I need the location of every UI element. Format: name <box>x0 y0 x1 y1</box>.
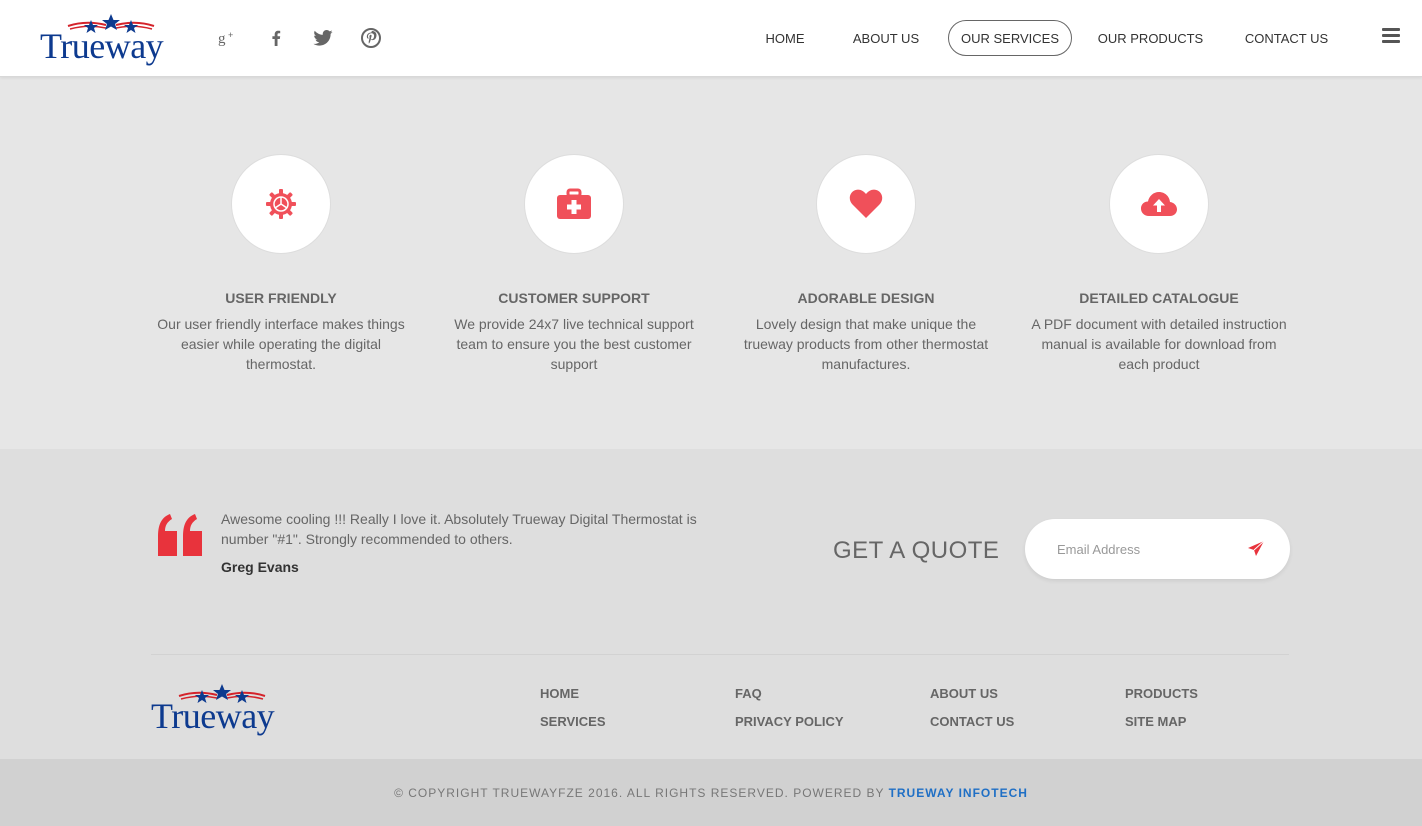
get-a-quote-title: GET A QUOTE <box>833 537 1000 564</box>
feature-description: Our user friendly interface makes things… <box>157 316 405 372</box>
nav-about-us[interactable]: ABOUT US <box>842 20 930 56</box>
nav-home-label: HOME <box>765 30 805 46</box>
footer-link-privacy-policy[interactable]: PRIVACY POLICY <box>735 714 844 729</box>
footer-link-contact-us[interactable]: CONTACT US <box>930 714 1014 729</box>
feature-customer-support: CUSTOMER SUPPORT We provide 24x7 live te… <box>444 154 704 374</box>
footer-link-home[interactable]: HOME <box>540 686 579 701</box>
logo-text: Trueway <box>40 26 164 66</box>
footer-link-products[interactable]: PRODUCTS <box>1125 686 1198 701</box>
footer-link-services[interactable]: SERVICES <box>540 714 606 729</box>
nav-contact-us-label: CONTACT US <box>1244 30 1329 46</box>
cloud-upload-icon <box>1141 192 1177 216</box>
testimonial-text: Awesome cooling !!! Really I love it. Ab… <box>221 511 697 547</box>
google-plus-icon[interactable]: g + <box>216 26 240 50</box>
send-icon[interactable] <box>1247 540 1265 558</box>
testimonial-author: Greg Evans <box>221 559 299 575</box>
heart-icon <box>849 189 883 218</box>
nav-about-us-label: ABOUT US <box>852 30 920 46</box>
quote-icon <box>158 514 202 556</box>
feature-title: CUSTOMER SUPPORT <box>498 290 650 306</box>
email-input[interactable] <box>1057 539 1247 559</box>
nav-our-services-label: OUR SERVICES <box>960 30 1059 46</box>
medkit-icon <box>557 188 591 219</box>
feature-description: Lovely design that make unique the truew… <box>743 316 989 372</box>
nav-our-services[interactable]: OUR SERVICES <box>948 20 1072 56</box>
svg-text:+: + <box>228 30 233 40</box>
gear-icon <box>266 189 296 219</box>
feature-adorable-design: ADORABLE DESIGN Lovely design that make … <box>736 154 996 374</box>
feature-title: USER FRIENDLY <box>225 290 337 306</box>
footer-logo[interactable]: Trueway <box>151 684 291 736</box>
feature-description: A PDF document with detailed instruction… <box>1031 316 1287 372</box>
footer-link-about-us[interactable]: ABOUT US <box>930 686 998 701</box>
copyright-bar: © COPYRIGHT TRUEWAYFZE 2016. ALL RIGHTS … <box>0 759 1422 826</box>
site-header: Trueway g + HOME ABOUT US OUR SERVICES OU… <box>0 0 1422 77</box>
feature-icon-circle <box>231 154 331 254</box>
feature-user-friendly: USER FRIENDLY Our user friendly interfac… <box>151 154 411 374</box>
menu-icon[interactable] <box>1382 28 1400 46</box>
feature-icon-circle <box>1109 154 1209 254</box>
footer-divider <box>151 654 1289 655</box>
copyright-company-link[interactable]: TRUEWAY INFOTECH <box>889 786 1028 800</box>
nav-contact-us[interactable]: CONTACT US <box>1236 20 1337 56</box>
feature-title: DETAILED CATALOGUE <box>1079 290 1239 306</box>
svg-text:g: g <box>218 31 226 46</box>
feature-title: ADORABLE DESIGN <box>797 290 935 306</box>
feature-icon-circle <box>816 154 916 254</box>
copyright-text: © COPYRIGHT TRUEWAYFZE 2016. ALL RIGHTS … <box>394 785 885 800</box>
feature-icon-circle <box>524 154 624 254</box>
footer-link-site-map[interactable]: SITE MAP <box>1125 714 1186 729</box>
feature-description: We provide 24x7 live technical support t… <box>454 316 694 372</box>
footer-link-faq[interactable]: FAQ <box>735 686 762 701</box>
footer-logo-text: Trueway <box>151 696 275 736</box>
nav-home[interactable]: HOME <box>754 20 816 56</box>
site-logo[interactable]: Trueway <box>40 14 180 66</box>
nav-our-products[interactable]: OUR PRODUCTS <box>1090 20 1211 56</box>
twitter-icon[interactable] <box>311 26 335 50</box>
feature-detailed-catalogue: DETAILED CATALOGUE A PDF document with d… <box>1029 154 1289 374</box>
pinterest-icon[interactable] <box>359 26 383 50</box>
nav-our-products-label: OUR PRODUCTS <box>1097 30 1204 46</box>
facebook-icon[interactable] <box>264 26 288 50</box>
